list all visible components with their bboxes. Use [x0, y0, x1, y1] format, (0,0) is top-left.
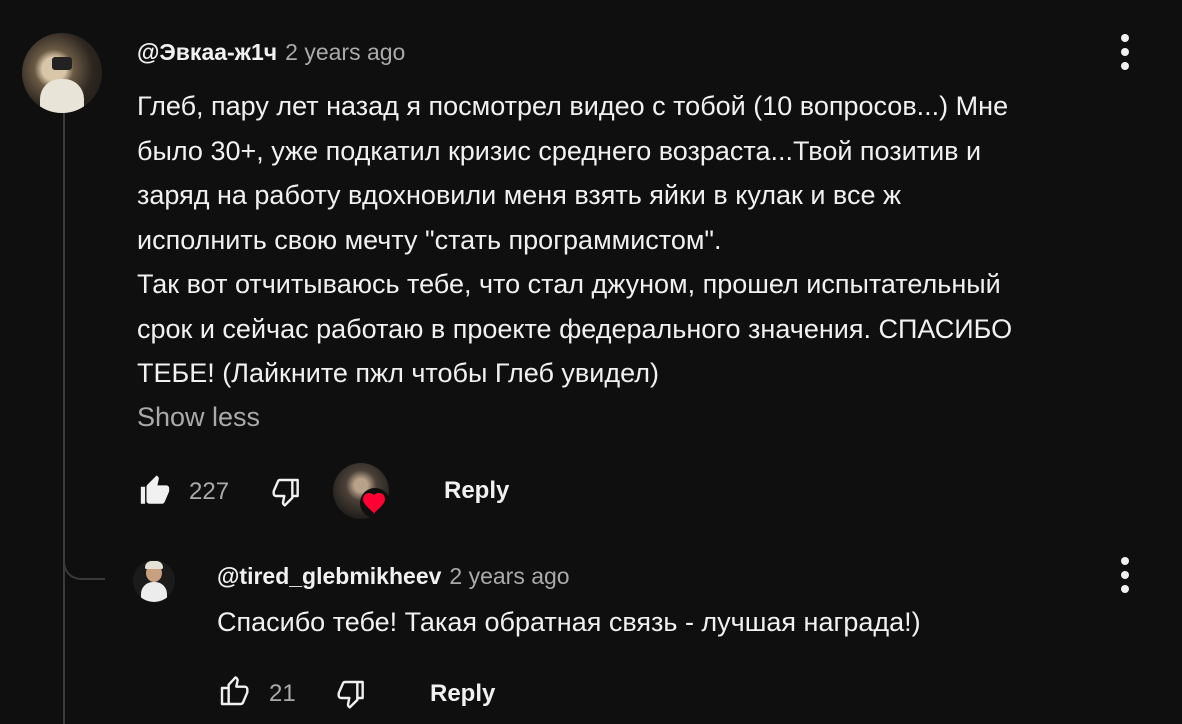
- reply-menu-button[interactable]: [1115, 557, 1135, 593]
- comment-line: ТЕБЕ! (Лайкните пжл чтобы Глеб увидел): [137, 358, 659, 388]
- creator-heart-icon: [360, 488, 390, 518]
- comment-line: заряд на работу вдохновили меня взять яй…: [137, 180, 902, 210]
- like-icon[interactable]: [218, 676, 250, 708]
- thread-connector: [63, 540, 105, 580]
- comment-timestamp[interactable]: 2 years ago: [285, 39, 405, 65]
- reply-author[interactable]: @tired_glebmikheev: [217, 563, 441, 589]
- comment-menu-button[interactable]: [1115, 34, 1135, 70]
- reply-text: Спасибо тебе! Такая обратная связь - луч…: [217, 607, 921, 637]
- comment-line: было 30+, уже подкатил кризис среднего в…: [137, 135, 982, 166]
- comment-line: срок и сейчас работаю в проекте федераль…: [137, 313, 1013, 344]
- reply-like-count: 21: [269, 680, 296, 707]
- thread-line: [63, 112, 65, 724]
- comment-header: @Эвкаа-ж1ч 2 years ago: [137, 39, 405, 66]
- reply-header: @tired_glebmikheev 2 years ago: [217, 563, 570, 590]
- comment-like-count: 227: [189, 478, 230, 505]
- comment-line: Глеб, пару лет назад я посмотрел видео с…: [137, 91, 1009, 121]
- reply-dislike-icon[interactable]: [336, 678, 368, 710]
- comment-line: Так вот отчитываюсь тебе, что стал джуно…: [137, 269, 1001, 299]
- show-less-button[interactable]: Show less: [137, 402, 260, 433]
- reply-reply-button[interactable]: Reply: [430, 680, 495, 708]
- like-filled-icon[interactable]: [138, 474, 172, 508]
- reply-timestamp[interactable]: 2 years ago: [449, 563, 569, 589]
- comment-author[interactable]: @Эвкаа-ж1ч: [137, 39, 277, 65]
- reply-button[interactable]: Reply: [444, 477, 509, 505]
- comment-text: Глеб, пару лет назад я посмотрел видео с…: [137, 84, 1157, 396]
- dislike-icon[interactable]: [271, 476, 303, 508]
- avatar[interactable]: [22, 33, 102, 113]
- comment-line: исполнить свою мечту "стать программисто…: [137, 224, 722, 255]
- reply-avatar[interactable]: [133, 560, 175, 602]
